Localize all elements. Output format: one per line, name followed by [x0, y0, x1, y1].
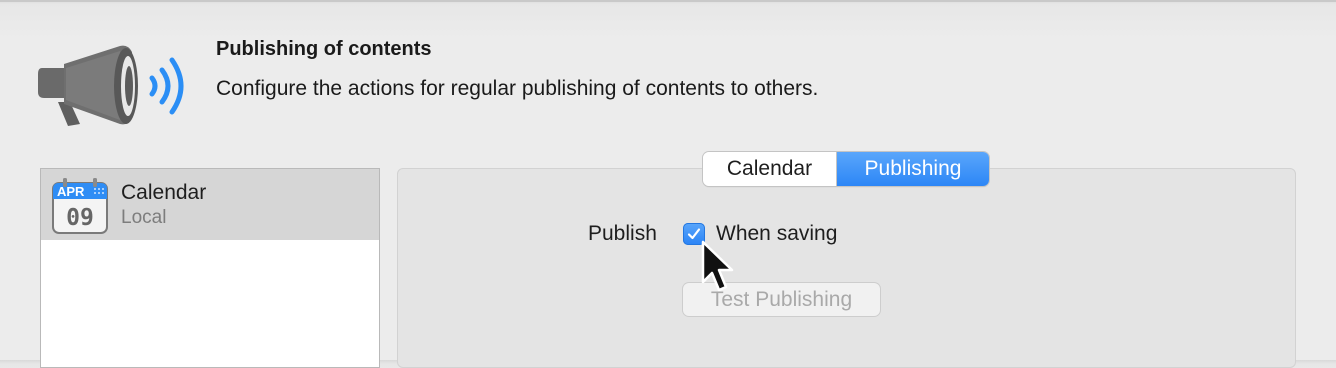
tab-segmented-control: Calendar Publishing — [703, 152, 989, 186]
calendar-icon-month: APR — [57, 184, 85, 199]
window-top-border — [0, 0, 1336, 2]
calendar-icon: APR 09 — [51, 177, 109, 235]
arrow-cursor-icon — [700, 240, 740, 296]
tab-publishing[interactable]: Publishing — [837, 152, 989, 186]
source-item-calendar[interactable]: APR 09 Calendar Local — [41, 169, 379, 240]
page-title: Publishing of contents — [216, 38, 432, 60]
source-item-name: Calendar — [121, 181, 207, 204]
tab-calendar[interactable]: Calendar — [703, 152, 837, 186]
megaphone-icon — [36, 42, 192, 132]
calendar-icon-day: 09 — [66, 205, 94, 231]
page-description: Configure the actions for regular publis… — [216, 77, 819, 100]
source-list[interactable]: APR 09 Calendar Local — [40, 168, 380, 368]
settings-panel — [397, 168, 1296, 368]
source-item-subtitle: Local — [121, 207, 167, 228]
publish-label: Publish — [588, 222, 657, 245]
